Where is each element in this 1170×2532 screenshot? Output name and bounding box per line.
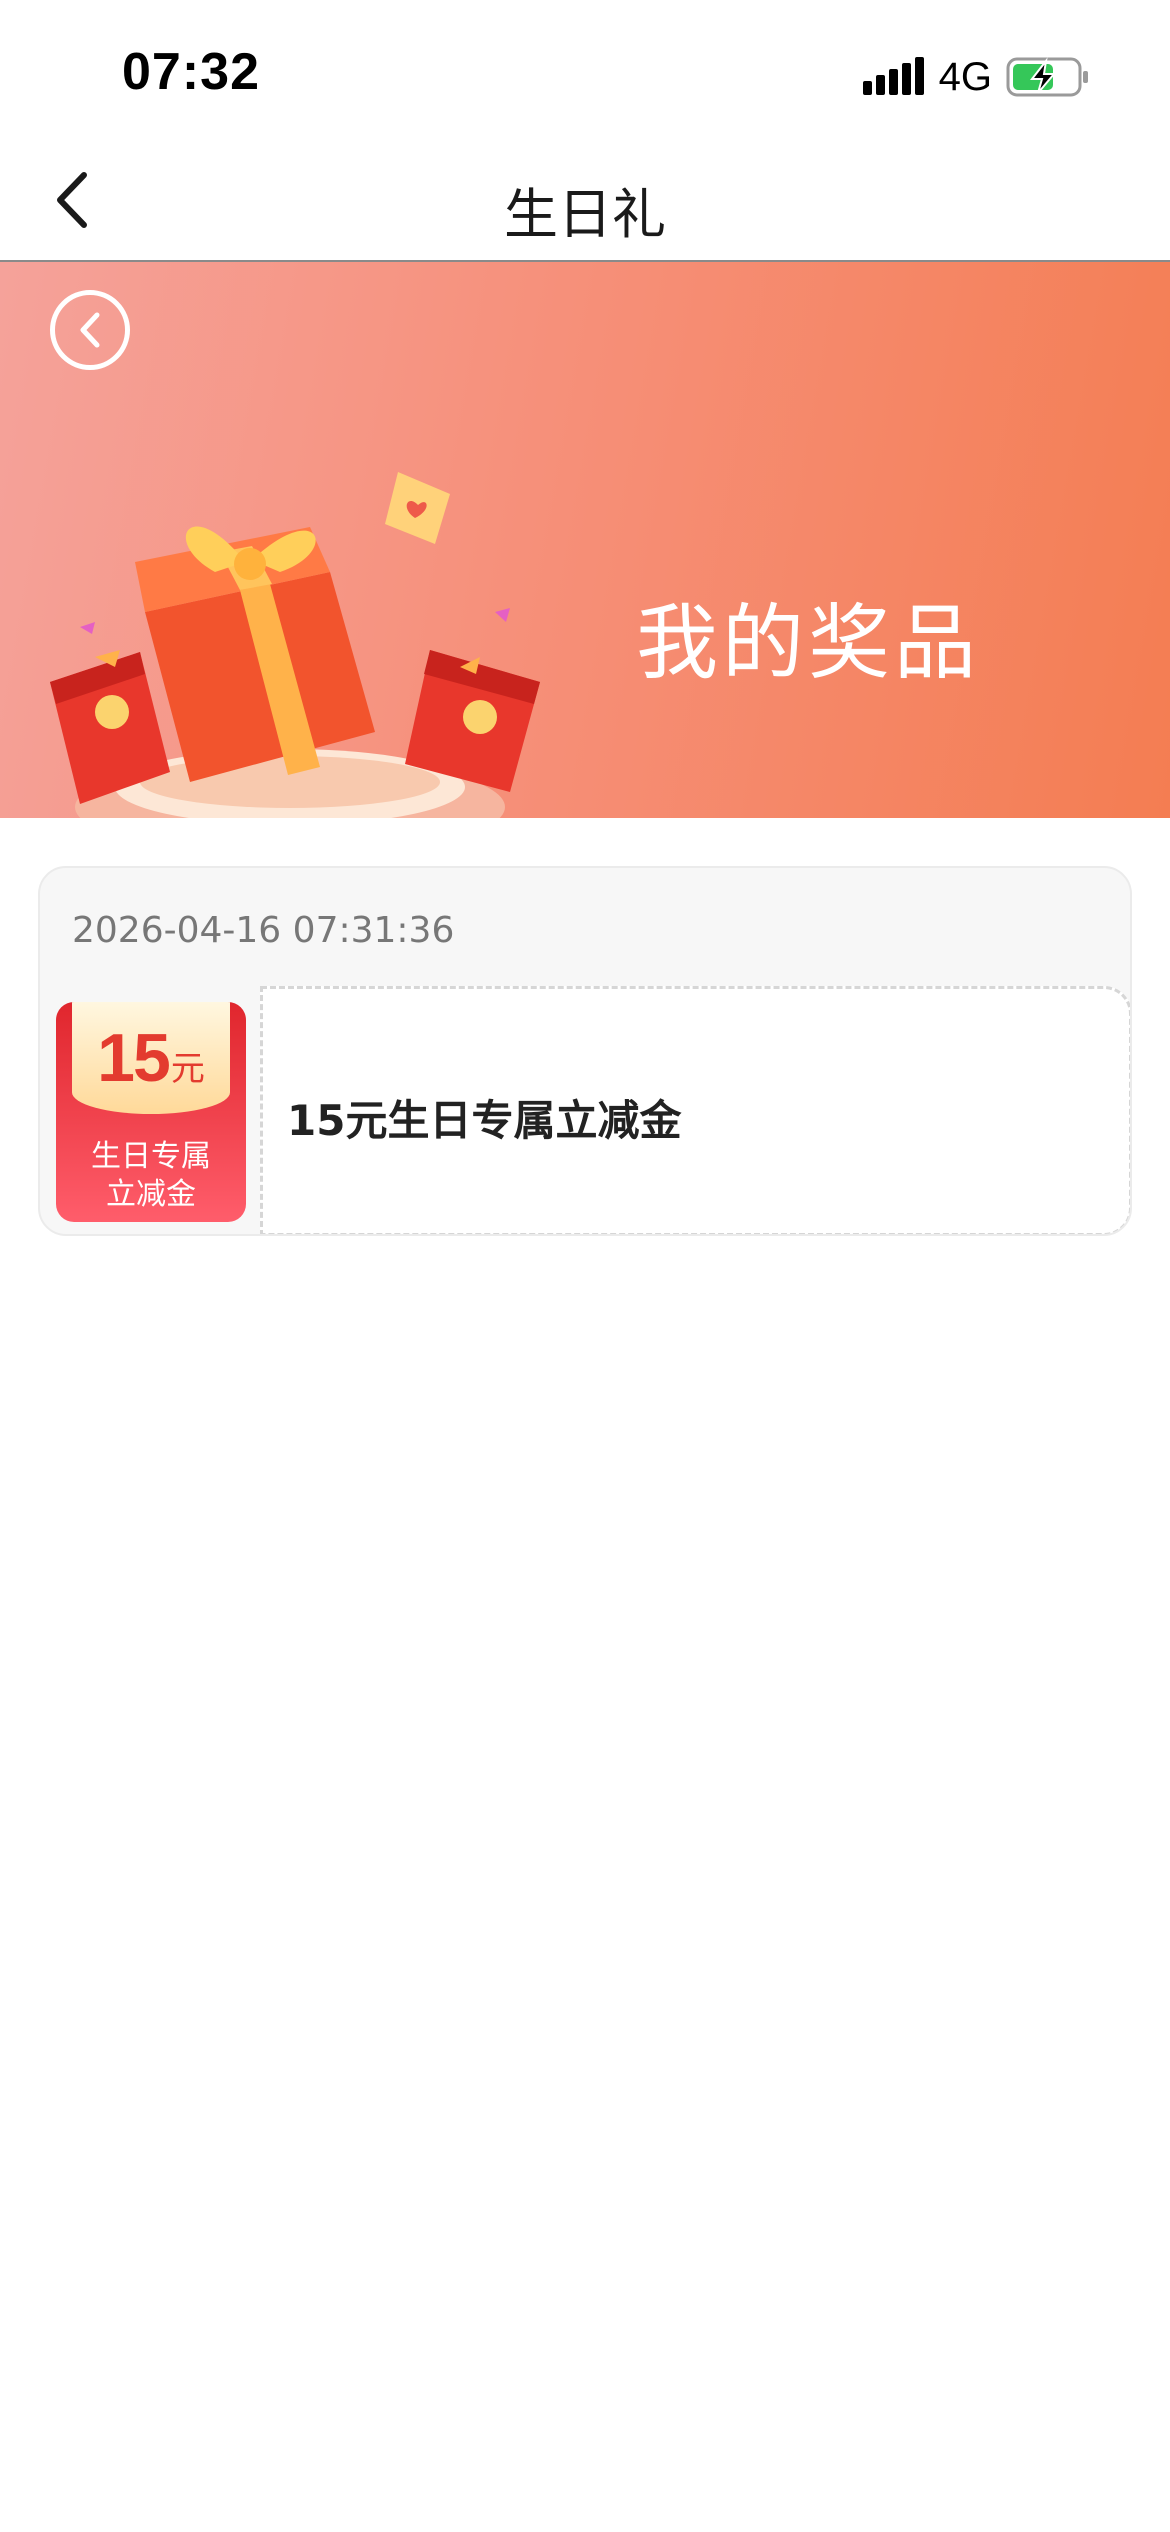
coupon-amount: 15	[97, 1020, 171, 1096]
coupon-amount-badge: 15 元	[72, 1002, 230, 1114]
prize-card[interactable]: 2026-04-16 07:31:36 15 元 生日专属 立减金 15元生日专…	[38, 866, 1132, 1236]
coupon-detail[interactable]: 15元生日专属立减金	[260, 986, 1130, 1234]
navigation-bar: 生日礼	[0, 140, 1170, 262]
coupon-name: 15元生日专属立减金	[287, 1096, 682, 1145]
chevron-left-icon	[80, 312, 100, 348]
status-indicators: 4G	[862, 52, 1090, 102]
status-bar: 07:32 4G	[0, 0, 1170, 140]
status-time: 07:32	[122, 43, 260, 101]
page-title: 生日礼	[504, 183, 666, 246]
banner-title: 我的奖品	[636, 596, 981, 691]
gift-box-illustration	[50, 472, 540, 818]
signal-strength-icon	[862, 57, 924, 95]
coupon-thumbnail: 15 元 生日专属 立减金	[56, 1002, 246, 1222]
battery-charging-icon	[1006, 57, 1088, 97]
banner-back-button[interactable]	[50, 290, 130, 370]
coupon-thumb-label-line2: 立减金	[106, 1177, 196, 1212]
coupon-unit: 元	[170, 1048, 205, 1089]
prize-date: 2026-04-16 07:31:36	[72, 910, 455, 951]
prize-banner: 我的奖品	[0, 262, 1170, 818]
network-type-label: 4G	[938, 54, 992, 99]
coupon-thumb-label: 生日专属 立减金	[56, 1138, 246, 1214]
coupon-thumb-label-line1: 生日专属	[91, 1139, 211, 1174]
